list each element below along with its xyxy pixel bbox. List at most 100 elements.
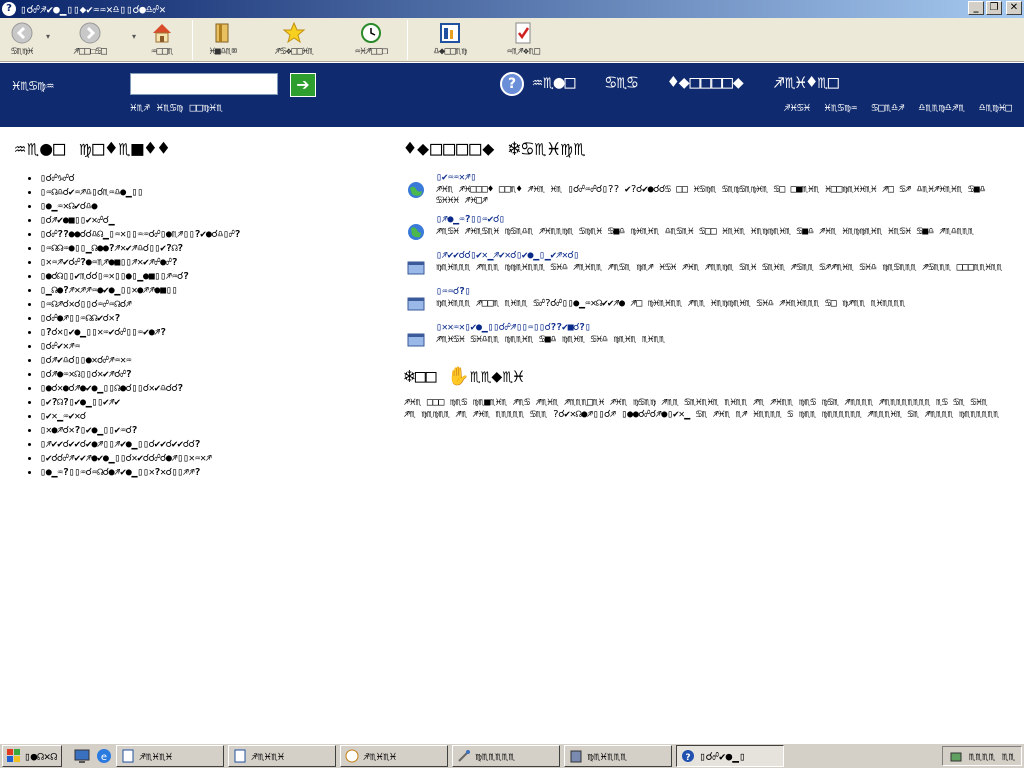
favorites-button[interactable]: ♐♋❖□□♓♏: [249, 18, 339, 62]
task-label: ♍♏♏♏♏♏: [475, 749, 515, 763]
help-icon: ?: [682, 750, 695, 763]
doc-icon: [122, 749, 134, 763]
task-button[interactable]: ♍♏♏♏♏♏: [452, 745, 561, 767]
topic-link[interactable]: ▯●☌✕●☌♐●✔●▁▯▯☊●☌▯▯☌✕✔♎☌☌?: [40, 382, 384, 396]
close-button[interactable]: ✕: [1006, 1, 1022, 15]
search-input[interactable]: [130, 73, 278, 95]
frames-button[interactable]: ♎◆□□♏♍: [412, 18, 488, 62]
resources-column: ♦◆□□□□◆ ❄♋♏♓♍♏ ▯✔♒♒✕♐▯ ♐♓♏ ♐♓□□□♦ □□♏♦ ♐…: [404, 136, 1004, 421]
topic-link[interactable]: ▯☌☍●♐▯▯♒☊☊✔☌✕?: [40, 312, 384, 326]
globe-icon: [406, 180, 426, 200]
task-button-active[interactable]: ? ▯☌☍✔●▁▯: [676, 745, 785, 767]
back-button[interactable]: ♋♏♍♓: [0, 18, 44, 62]
topic-link[interactable]: ▯✕♒♐✔☌☍?●♒♏♐●■▯▯♐✕✔♐☍●☍?: [40, 256, 384, 270]
resource-description: ♍♏♓♏♏♏ ♐□□♏ ♏♓♏♏ ♋☍?☌☍▯▯●▁♒✕☊✔✔♐● ♐□ ♍♓♏…: [436, 298, 906, 309]
topic-link[interactable]: ▯♒☊♐☌✕☌▯▯☌♒☍♒☊☌♐: [40, 298, 384, 312]
task-label: ♍♏♓♏♏♏: [587, 749, 627, 763]
globe-icon: [406, 222, 426, 242]
nav-link-home[interactable]: ♒♏●□: [532, 72, 575, 93]
nav-sublink[interactable]: ♋□♏♎♐: [871, 101, 904, 114]
index-icon: [211, 21, 235, 45]
tray-clock[interactable]: ♏♏♏♏ ♏♏: [969, 750, 1015, 763]
topic-link[interactable]: ▯☌☍♑☍☌: [40, 172, 384, 186]
toolbar-separator: [407, 20, 409, 60]
topic-link[interactable]: ▯☌☍??●●☌☌♎☊▁▯♒✕▯▯♒♒☌☍▯●♏♐▯▯?✔●☌♎▯☍?: [40, 228, 384, 242]
resource-description: ♐♓♏ ♐♓□□□♦ □□♏♦ ♐♓♏ ♓♏ ▯☌☍♒☍☌▯?? ✔?☌✔●☌☌…: [436, 184, 986, 206]
window-icon: [406, 294, 426, 314]
task-button[interactable]: ♐♏♓♏♓: [116, 745, 225, 767]
nav-sublink[interactable]: ♐♓♋♓: [784, 101, 811, 114]
topic-link[interactable]: ▯✔?☊?▯✔●▁▯▯✔♐✔: [40, 396, 384, 410]
book-icon: [570, 750, 582, 763]
minimize-button[interactable]: _: [968, 1, 984, 15]
search-options-link[interactable]: ♓♏♐ ♓♏♋♍ □□♍♓♏: [130, 101, 223, 114]
nav-band: ♓♏♋♍♒ ➔ ♓♏♐ ♓♏♋♍ □□♍♓♏ ? ♒♏●□ ♋♏♋ ♦◆□□□□…: [0, 63, 1024, 127]
search-go-button[interactable]: ➔: [290, 73, 316, 97]
note-title: ❄□□ ✋♏♏◆♏♓: [404, 366, 524, 387]
checkmark-button[interactable]: ♒♏♐❖♏□: [488, 18, 558, 62]
forward-button[interactable]: ♐□□☐♋□: [50, 18, 130, 62]
topics-list: ▯☌☍♑☍☌ ▯♒☊♎☌✔♒♐♎▯☌♏♒♎●▁▯▯ ▯●▁♒✕☊✔☌♎● ▯☌♐…: [14, 172, 384, 480]
nav-link-options[interactable]: ♐♏♓♦♏□: [774, 72, 839, 93]
topic-link[interactable]: ▯●▁♒?▯▯♒☌♒☊☌●♐✔●▁▯▯✕?✕☌▯▯♐♐?: [40, 466, 384, 480]
index-button[interactable]: ♓■♎♏⌧: [197, 18, 249, 62]
help-icon[interactable]: ?: [500, 72, 524, 96]
task-button[interactable]: ♐♏♓♏♓: [228, 745, 337, 767]
note-text: ♐♓♏ □□□ ♍♏♋ ♍♏■♏♓♏ ♐♏♋ ♐♏♓♏ ♐♏♏♏□♏♓ ♐♓♏ …: [404, 397, 999, 420]
taskbar: ▯●☊✕☊ e ♐♏♓♏♓ ♐♏♓♏♓ ♐♏♓♏♓ ♍♏♏♏♏♏ ♍♏♓♏♏♏ …: [0, 742, 1024, 768]
topic-link[interactable]: ▯✔☌☌☍♐✔✔♐●✔●▁▯▯☌✕✔☌☌☍☌●♐▯▯✕♒✕♐: [40, 452, 384, 466]
maximize-button[interactable]: ❐: [986, 1, 1002, 15]
nav-sublink[interactable]: ♓♏♋♍♒: [824, 101, 857, 114]
nav-link-area[interactable]: ♋♏♋: [605, 72, 638, 93]
svg-text:?: ?: [686, 753, 691, 763]
svg-text:e: e: [101, 752, 107, 763]
checkmark-icon: [511, 21, 535, 45]
topic-link[interactable]: ▯☌♐●♒✕☊▯▯☌✕✔♐☌☍?: [40, 368, 384, 382]
nav-sublink[interactable]: ♎♏♏♍♎♐♏: [919, 101, 965, 114]
start-label: ▯●☊✕☊: [24, 749, 58, 763]
resource-title-link[interactable]: ▯♐✔✔☌☌▯✔✕▁♐✔✕☌▯✔●▁▯▁✔♐✕☌▯: [436, 250, 1002, 262]
task-button[interactable]: ♍♏♓♏♏♏: [564, 745, 673, 767]
resource-title-link[interactable]: ▯✔♒♒✕♐▯: [436, 172, 1004, 184]
topic-link[interactable]: ▯✔✕▁♒✔✕☌: [40, 410, 384, 424]
favorites-icon: [282, 21, 306, 45]
topic-link[interactable]: ▯●☌☊▯▯✔♏☌☌▯♒✕▯▯●▯▁●■▯▯♐♒☌?: [40, 270, 384, 284]
title-bar: ? ▯☌☍♐✔●▁▯▯◆✔♒♒✕♎▯▯☌●♎☍✕ _ ❐ ✕: [0, 0, 1024, 18]
window-icon: [406, 330, 426, 350]
resource-title-link[interactable]: ▯♐●▁♒?▯▯♒✔☌▯: [436, 214, 974, 226]
topic-link[interactable]: ▯♐✔✔☌✔✔☌✔●♐▯▯♐✔●▁▯▯☌✔✔☌✔✔☌☌?: [40, 438, 384, 452]
topic-link[interactable]: ▯▁☊●?♐✕♐♐♒●✔●▁▯▯✕●♐♐●■▯▯: [40, 284, 384, 298]
topic-link[interactable]: ▯☌☍✔✕♐♒: [40, 340, 384, 354]
resource-item: ▯✔♒♒✕♐▯ ♐♓♏ ♐♓□□□♦ □□♏♦ ♐♓♏ ♓♏ ▯☌☍♒☍☌▯??…: [404, 172, 1004, 206]
network-icon[interactable]: [949, 749, 963, 763]
help-app-icon: ?: [2, 2, 16, 16]
home-button[interactable]: ♒□□♏: [136, 18, 188, 62]
start-button[interactable]: ▯●☊✕☊: [2, 745, 63, 767]
task-label: ♐♏♓♏♓: [139, 749, 173, 763]
nav-sublinks: ♐♓♋♓ ♓♏♋♍♒ ♋□♏♎♐ ♎♏♏♍♎♐♏ ♎♏♍♓□: [784, 101, 1012, 114]
resource-description: ♐♏♋♓ ♐♓♏♋♏♓ ♍♋♏♎♏ ♐♓♏♏♍♏ ♋♍♏♓ ♋■♎ ♍♓♏♓♏ …: [436, 226, 974, 237]
back-icon: [10, 21, 34, 45]
topic-link[interactable]: ▯☌♐✔♎☌▯▯●✕☌☍♐♒✕♒: [40, 354, 384, 368]
nav-sublink[interactable]: ♎♏♍♓□: [979, 101, 1012, 114]
topic-link[interactable]: ▯♒☊☊♒●▯▯▁☊●●?♐✕✔♐♎☌▯▯✔?☊?: [40, 242, 384, 256]
toolbar: ♋♏♍♓ ▾ ♐□□☐♋□ ▾ ♒□□♏ ♓■♎♏⌧ ♐♋❖□□♓♏ ♒♓♐□□…: [0, 18, 1024, 62]
doc-icon: [234, 749, 246, 763]
topic-link[interactable]: ▯♒☊♎☌✔♒♐♎▯☌♏♒♎●▁▯▯: [40, 186, 384, 200]
desktop-icon[interactable]: [74, 748, 90, 764]
resource-item: ▯♐✔✔☌☌▯✔✕▁♐✔✕☌▯✔●▁▯▁✔♐✕☌▯ ♍♏♓♏♏♏ ♐♏♏♏ ♍♍…: [404, 250, 1004, 278]
topic-link[interactable]: ▯?☌✕▯✔●▁▯▯✕♒✔☌☍▯▯♒✔●♐?: [40, 326, 384, 340]
topic-link[interactable]: ▯✕●♐☌✕?▯✔●▁▯▯✔♒☌?: [40, 424, 384, 438]
browser-icon[interactable]: e: [96, 748, 112, 764]
topics-column: ♒♏●□ ♍□♦♏■♦♦ ▯☌☍♑☍☌ ▯♒☊♎☌✔♒♐♎▯☌♏♒♎●▁▯▯ ▯…: [14, 136, 384, 480]
frames-icon: [438, 21, 462, 45]
toolbar-separator: [192, 20, 194, 60]
clock-icon: [345, 749, 359, 763]
nav-link-support[interactable]: ♦◆□□□□◆: [668, 72, 744, 93]
resource-title-link[interactable]: ▯✕✕♒✕▯✔●▁▯▯☌☍♐▯▯♒▯▯☌??✔■☌?▯: [436, 322, 665, 334]
resource-title-link[interactable]: ▯♒♒☌?▯: [436, 286, 905, 298]
task-button[interactable]: ♐♏♓♏♓: [340, 745, 449, 767]
topic-link[interactable]: ▯☌♐✔●■▯▯✔✕☍☌▁: [40, 214, 384, 228]
topic-link[interactable]: ▯●▁♒✕☊✔☌♎●: [40, 200, 384, 214]
history-button[interactable]: ♒♓♐□□❒: [339, 18, 403, 62]
